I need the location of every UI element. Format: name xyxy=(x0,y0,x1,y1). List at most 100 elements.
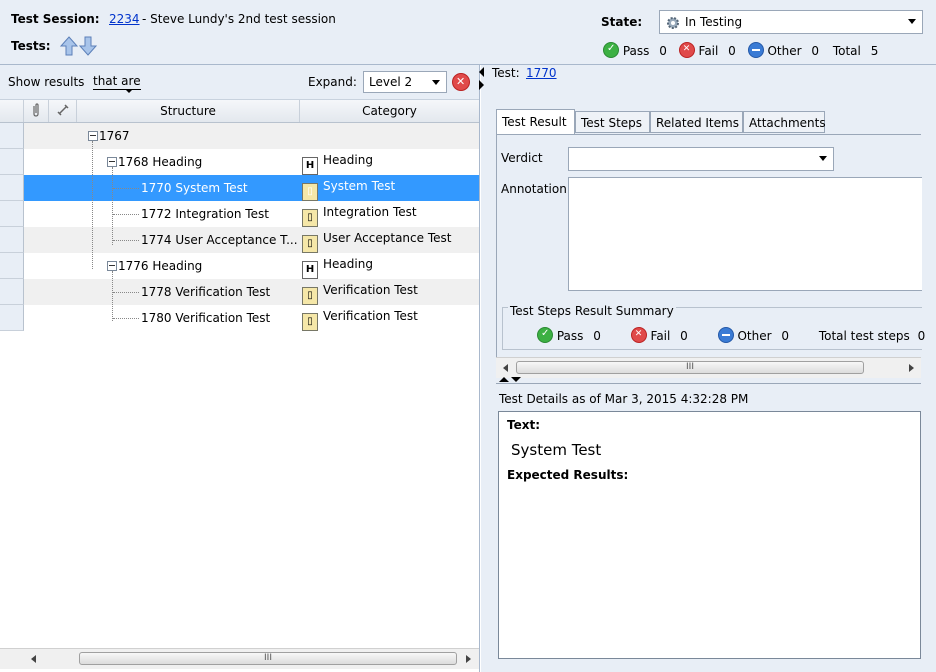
table-row[interactable]: 1772 Integration Test ▯ Integration Test xyxy=(0,201,479,227)
horizontal-scrollbar[interactable]: III xyxy=(496,357,921,378)
row-header xyxy=(0,175,24,201)
paperclip-icon xyxy=(31,103,41,118)
fail-count: 0 xyxy=(728,44,736,58)
move-down-icon[interactable] xyxy=(78,36,98,59)
heading-icon: H xyxy=(302,157,318,175)
scroll-thumb[interactable]: III xyxy=(516,361,864,374)
chevron-down-icon xyxy=(908,19,916,24)
scroll-right-icon[interactable] xyxy=(909,364,914,372)
table-row-selected[interactable]: 1770 System Test ▯ System Test xyxy=(0,175,479,201)
structure-column-header[interactable]: Structure xyxy=(77,100,300,122)
clear-filter-button[interactable] xyxy=(452,73,470,91)
category-cell: H Heading xyxy=(302,253,373,279)
results-tree-panel: Show results that are Expand: Level 2 St… xyxy=(0,65,480,672)
session-label: Test Session: xyxy=(11,12,100,26)
tree-connector xyxy=(92,141,93,269)
state-dropdown[interactable]: In Testing xyxy=(659,10,923,34)
tab-attachments[interactable]: Attachments xyxy=(743,111,826,133)
scroll-left-icon[interactable] xyxy=(503,364,508,372)
table-row[interactable]: 1767 xyxy=(0,123,479,149)
expand-label: Expand: xyxy=(308,75,357,89)
other-icon xyxy=(717,327,734,343)
header-bar: Test Session: 2234 - Steve Lundy's 2nd t… xyxy=(0,0,936,65)
category-column-header[interactable]: Category xyxy=(300,100,479,122)
table-row[interactable]: 1778 Verification Test ▯ Verification Tes… xyxy=(0,279,479,305)
category-label: System Test xyxy=(323,179,396,193)
expand-level-dropdown[interactable]: Level 2 xyxy=(363,71,447,93)
summary-title: Test Steps Result Summary xyxy=(508,304,676,318)
category-cell: ▯ Integration Test xyxy=(302,201,417,227)
tree-node: 1776 Heading xyxy=(107,253,202,279)
user-acceptance-test-icon: ▯ xyxy=(302,235,318,253)
tab-test-steps[interactable]: Test Steps xyxy=(575,111,650,133)
row-header xyxy=(0,201,24,227)
test-details-view: Text: System Test Expected Results: xyxy=(498,411,921,659)
fail-label: Fail xyxy=(698,44,719,58)
other-count: 0 xyxy=(811,44,820,58)
fail-icon xyxy=(678,42,695,58)
total-steps-label: Total test steps xyxy=(818,329,910,343)
table-row[interactable]: 1768 Heading H Heading xyxy=(0,149,479,175)
scroll-thumb[interactable]: III xyxy=(79,652,457,665)
move-up-icon[interactable] xyxy=(59,36,79,59)
verdict-dropdown[interactable] xyxy=(568,147,834,171)
annotation-label: Annotation xyxy=(501,182,567,196)
pass-icon xyxy=(537,327,553,343)
attachment-column-header[interactable] xyxy=(24,100,49,122)
scroll-left-icon[interactable] xyxy=(31,655,36,663)
other-count: 0 xyxy=(781,329,790,343)
category-cell: ▯ User Acceptance Test xyxy=(302,227,451,253)
pass-label: Pass xyxy=(556,329,584,343)
session-counts: Pass 0 Fail 0 Other 0 Total 5 xyxy=(603,42,878,58)
row-header xyxy=(0,253,24,279)
horizontal-scrollbar[interactable]: III xyxy=(0,648,479,669)
category-cell: H Heading xyxy=(302,149,373,175)
row-header xyxy=(0,305,24,331)
session-description: - Steve Lundy's 2nd test session xyxy=(142,12,336,26)
session-id-link[interactable]: 2234 xyxy=(109,12,140,26)
tree-node-label: 1774 User Acceptance T... xyxy=(141,233,298,247)
pass-count: 0 xyxy=(659,44,667,58)
filter-dropdown[interactable]: that are xyxy=(93,74,141,90)
collapse-left-icon[interactable] xyxy=(479,67,484,77)
total-label: Total xyxy=(832,44,861,58)
tab-related-items[interactable]: Related Items xyxy=(650,111,743,133)
chevron-down-icon xyxy=(819,156,827,161)
table-row[interactable]: 1776 Heading H Heading xyxy=(0,253,479,279)
tree-connector xyxy=(112,271,113,321)
total-count: 5 xyxy=(870,44,879,58)
tab-test-result[interactable]: Test Result xyxy=(496,109,575,134)
system-test-icon: ▯ xyxy=(302,183,318,201)
table-row[interactable]: 1774 User Acceptance T... ▯ User Acceptan… xyxy=(0,227,479,253)
category-label: Heading xyxy=(323,153,373,167)
tree-node-label: 1772 Integration Test xyxy=(141,207,269,221)
tree-connector xyxy=(113,292,139,293)
tree-node-label: 1767 xyxy=(99,129,130,143)
collapse-icon[interactable] xyxy=(107,157,117,167)
splitter-up-icon[interactable] xyxy=(499,377,509,382)
tree-connector xyxy=(113,318,139,319)
splitter-down-icon[interactable] xyxy=(511,377,521,382)
table-row[interactable]: 1780 Verification Test ▯ Verification Tes… xyxy=(0,305,479,331)
tree-connector xyxy=(113,240,139,241)
tests-label: Tests: xyxy=(11,39,51,53)
category-label: Verification Test xyxy=(323,283,418,297)
filter-toolbar: Show results that are Expand: Level 2 xyxy=(0,65,479,100)
tree-node: 1768 Heading xyxy=(107,149,202,175)
fail-label: Fail xyxy=(650,329,671,343)
row-header xyxy=(0,279,24,305)
test-id-link[interactable]: 1770 xyxy=(526,66,557,80)
tree-node-label: 1776 Heading xyxy=(118,259,203,273)
fail-icon xyxy=(630,327,647,343)
category-label: Verification Test xyxy=(323,309,418,323)
text-label: Text: xyxy=(507,418,541,432)
splitter-bar[interactable] xyxy=(496,383,921,384)
link-column-header[interactable] xyxy=(49,100,77,122)
annotation-textarea[interactable] xyxy=(568,177,922,291)
scroll-right-icon[interactable] xyxy=(466,655,471,663)
collapse-right-icon[interactable] xyxy=(479,80,484,90)
state-value: In Testing xyxy=(685,15,743,29)
collapse-icon[interactable] xyxy=(107,261,117,271)
pass-icon xyxy=(603,42,619,58)
collapse-icon[interactable] xyxy=(88,131,98,141)
